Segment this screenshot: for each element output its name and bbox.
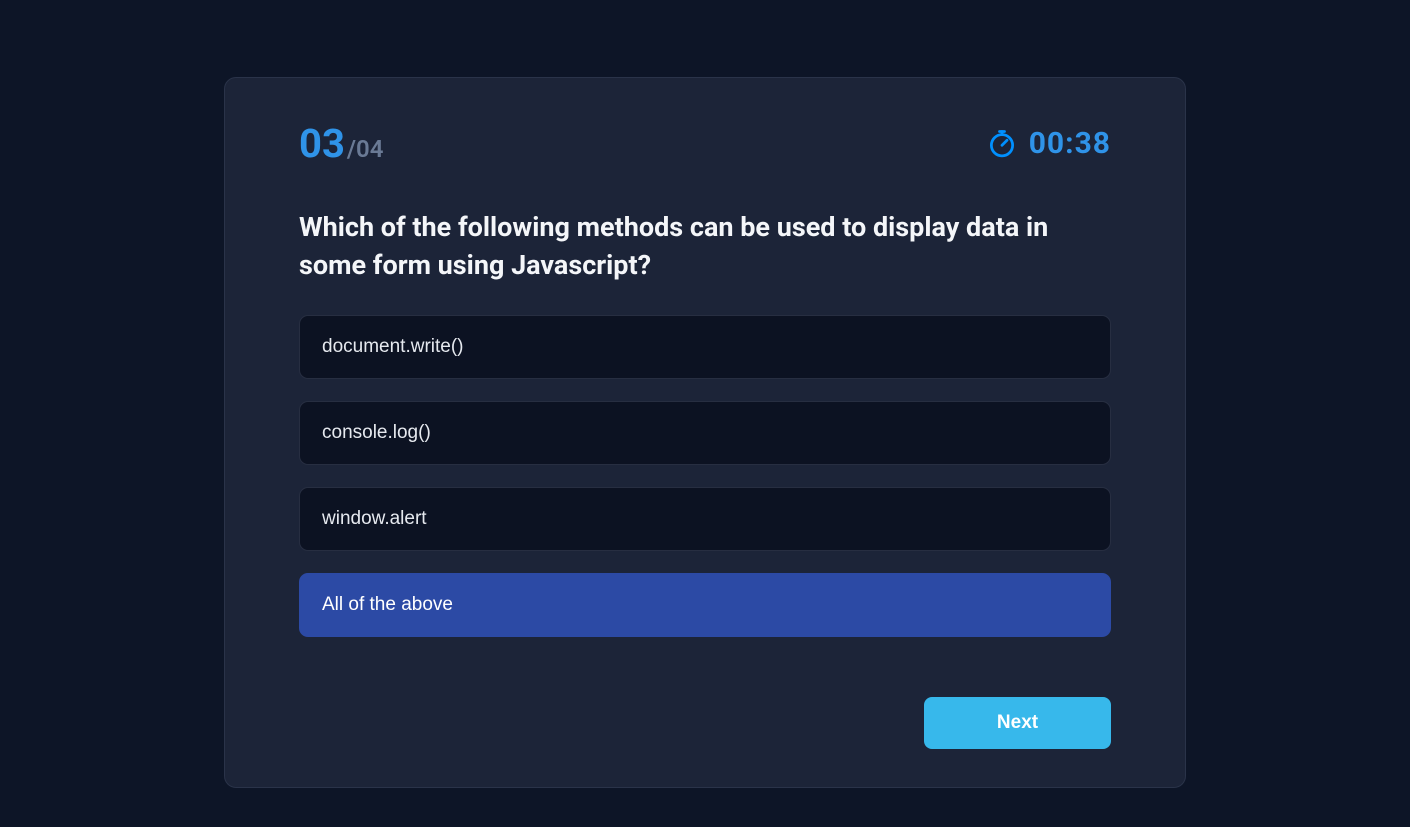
stopwatch-icon <box>987 129 1017 159</box>
timer-value: 00:38 <box>1029 126 1111 161</box>
option-1[interactable]: console.log() <box>299 401 1111 465</box>
quiz-card: 03 /04 00:38 Which of the following meth… <box>224 77 1186 788</box>
progress-current: 03 <box>299 120 345 167</box>
options-list: document.write() console.log() window.al… <box>299 315 1111 637</box>
option-2[interactable]: window.alert <box>299 487 1111 551</box>
option-0[interactable]: document.write() <box>299 315 1111 379</box>
progress-total: /04 <box>347 135 384 163</box>
timer: 00:38 <box>987 126 1111 161</box>
next-button[interactable]: Next <box>924 697 1111 749</box>
question-progress: 03 /04 <box>299 120 383 167</box>
quiz-header: 03 /04 00:38 <box>299 120 1111 167</box>
quiz-footer: Next <box>299 697 1111 749</box>
question-text: Which of the following methods can be us… <box>299 209 1111 285</box>
option-3[interactable]: All of the above <box>299 573 1111 637</box>
